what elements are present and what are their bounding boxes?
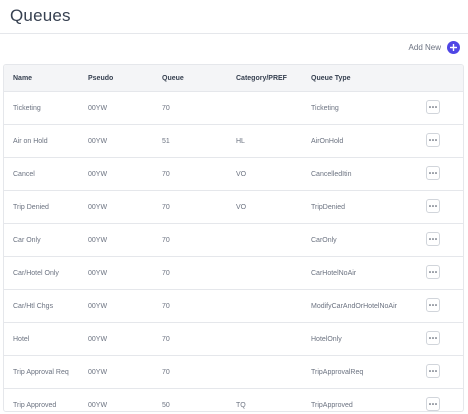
table-row: Trip Denied 00YW 70 VO TripDenied [4, 191, 463, 224]
cell-queue-type: HotelOnly [311, 335, 342, 343]
header-category: Category/PREF [236, 74, 287, 82]
row-actions-button[interactable] [426, 265, 440, 279]
table-row: Trip Approval Req 00YW 70 TripApprovalReq [4, 356, 463, 389]
ellipsis-icon [429, 370, 437, 372]
add-new-label: Add New [408, 43, 441, 52]
cell-category: VO [236, 203, 247, 211]
table-row: Car/Htl Chgs 00YW 70 ModifyCarAndOrHotelNoA… [4, 290, 463, 323]
cell-queue: 51 [162, 137, 170, 145]
cell-pseudo: 00YW [88, 401, 108, 409]
table-row: Car Only 00YW 70 CarOnly [4, 224, 463, 257]
cell-category: TQ [236, 401, 246, 409]
row-actions-button[interactable] [426, 331, 440, 345]
row-actions-button[interactable] [426, 232, 440, 246]
cell-queue: 70 [162, 236, 170, 244]
cell-name: Trip Denied [13, 203, 49, 211]
cell-queue-type: TripApprovalReq [311, 368, 364, 376]
cell-pseudo: 00YW [88, 203, 108, 211]
cell-name: Trip Approval Req [13, 368, 69, 376]
cell-pseudo: 00YW [88, 368, 108, 376]
header-queue-type: Queue Type [311, 74, 351, 82]
ellipsis-icon [429, 271, 437, 273]
cell-name: Ticketing [13, 104, 41, 112]
queues-table: Name Pseudo Queue Category/PREF Queue Ty… [3, 64, 464, 412]
ellipsis-icon [429, 205, 437, 207]
cell-queue-type: TripDenied [311, 203, 345, 211]
cell-queue-type: Ticketing [311, 104, 339, 112]
table-row: Car/Hotel Only 00YW 70 CarHotelNoAir [4, 257, 463, 290]
cell-name: Cancel [13, 170, 35, 178]
cell-pseudo: 00YW [88, 302, 108, 310]
cell-name: Hotel [13, 335, 30, 343]
ellipsis-icon [429, 139, 437, 141]
cell-queue: 70 [162, 170, 170, 178]
table-row: Hotel 00YW 70 HotelOnly [4, 323, 463, 356]
table-row: Ticketing 00YW 70 Ticketing [4, 92, 463, 125]
add-new-button[interactable]: Add New [409, 41, 460, 54]
cell-queue-type: CarOnly [311, 236, 337, 244]
cell-queue: 70 [162, 104, 170, 112]
row-actions-button[interactable] [426, 298, 440, 312]
cell-pseudo: 00YW [88, 236, 108, 244]
cell-queue: 50 [162, 401, 170, 409]
title-divider [0, 33, 468, 34]
row-actions-button[interactable] [426, 199, 440, 213]
table-row: Air on Hold 00YW 51 HL AirOnHold [4, 125, 463, 158]
table-header: Name Pseudo Queue Category/PREF Queue Ty… [4, 65, 463, 92]
row-actions-button[interactable] [426, 133, 440, 147]
cell-queue-type: CancelledItin [311, 170, 352, 178]
cell-pseudo: 00YW [88, 170, 108, 178]
cell-queue-type: CarHotelNoAir [311, 269, 357, 277]
ellipsis-icon [429, 337, 437, 339]
header-name: Name [13, 74, 33, 82]
cell-name: Trip Approved [13, 401, 57, 409]
row-actions-button[interactable] [426, 364, 440, 378]
cell-category: HL [236, 137, 245, 145]
table-body: Ticketing 00YW 70 Ticketing Air on Hold 00YW 5… [4, 92, 463, 411]
cell-pseudo: 00YW [88, 269, 108, 277]
row-actions-button[interactable] [426, 100, 440, 114]
cell-name: Car/Htl Chgs [13, 302, 54, 310]
cell-queue: 70 [162, 203, 170, 211]
cell-name: Car/Hotel Only [13, 269, 59, 277]
ellipsis-icon [429, 172, 437, 174]
table-row: Trip Approved 00YW 50 TQ TripApproved [4, 389, 463, 411]
cell-name: Car Only [13, 236, 41, 244]
ellipsis-icon [429, 238, 437, 240]
cell-queue: 70 [162, 302, 170, 310]
row-actions-button[interactable] [426, 166, 440, 180]
cell-pseudo: 00YW [88, 335, 108, 343]
cell-pseudo: 00YW [88, 104, 108, 112]
header-pseudo: Pseudo [88, 74, 114, 82]
header-queue: Queue [162, 74, 184, 82]
plus-circle-icon[interactable] [447, 41, 460, 54]
cell-category: VO [236, 170, 247, 178]
ellipsis-icon [429, 106, 437, 108]
cell-queue-type: TripApproved [311, 401, 353, 409]
ellipsis-icon [429, 403, 437, 405]
cell-pseudo: 00YW [88, 137, 108, 145]
page-title: Queues [10, 6, 71, 25]
cell-queue-type: ModifyCarAndOrHotelNoAir [311, 302, 397, 310]
cell-queue: 70 [162, 269, 170, 277]
cell-name: Air on Hold [13, 137, 48, 145]
row-actions-button[interactable] [426, 397, 440, 411]
ellipsis-icon [429, 304, 437, 306]
cell-queue-type: AirOnHold [311, 137, 344, 145]
cell-queue: 70 [162, 368, 170, 376]
cell-queue: 70 [162, 335, 170, 343]
table-row: Cancel 00YW 70 VO CancelledItin [4, 158, 463, 191]
